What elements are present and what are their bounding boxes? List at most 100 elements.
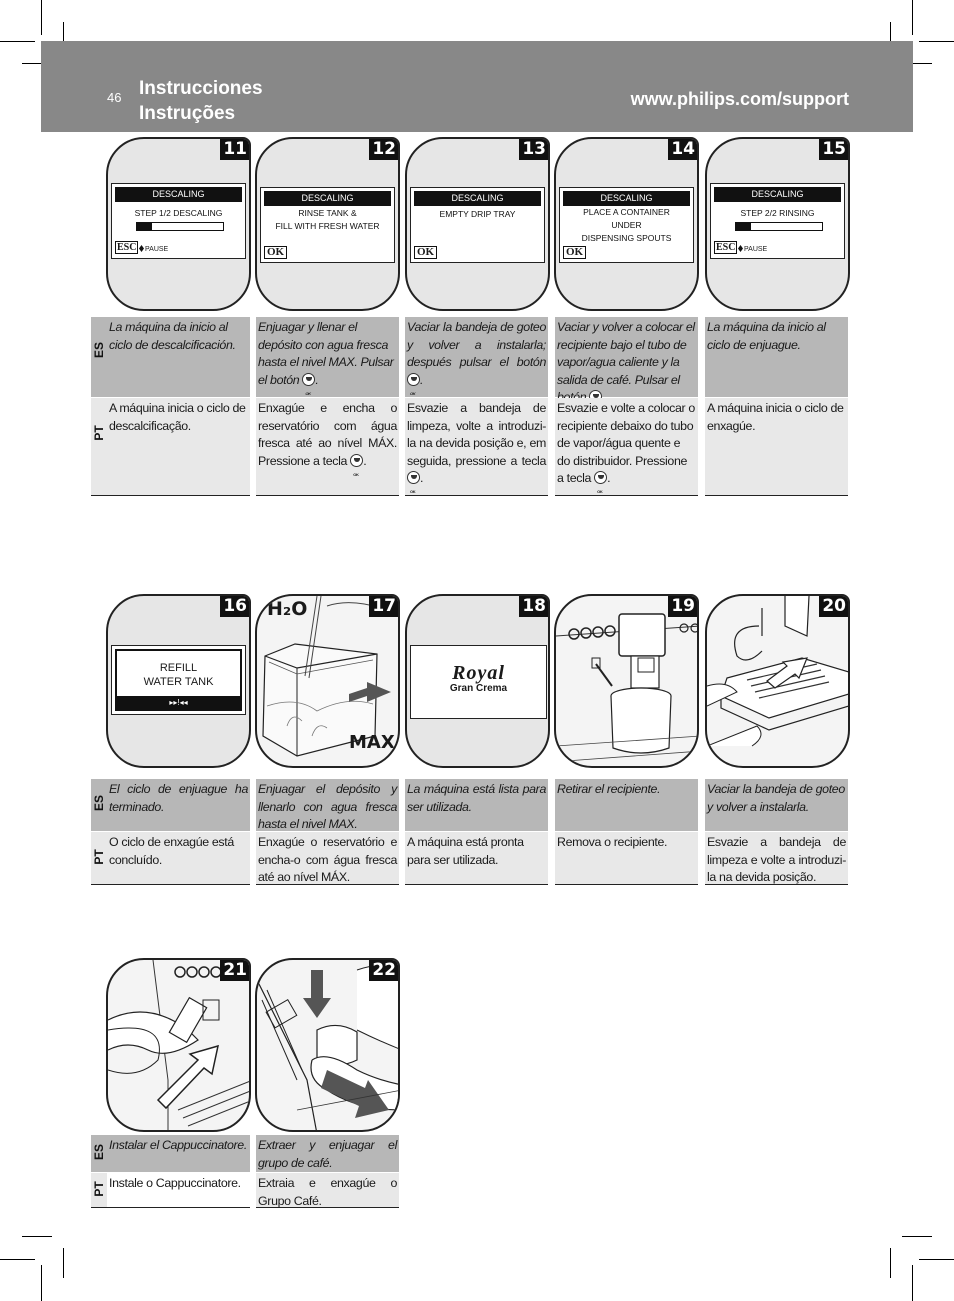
display-line: FILL WITH FRESH WATER (275, 221, 380, 231)
progress-fill (137, 223, 152, 230)
step-number: 17 (369, 596, 398, 617)
remove-container-illustration (556, 613, 697, 762)
step-number: 13 (519, 139, 548, 160)
es-text-content: Enjuagar y llenar el depósito con agua f… (258, 320, 394, 387)
drip-tray-illustration (707, 596, 848, 747)
display-header: DESCALING (115, 187, 242, 202)
es-text-content: La máquina da inicio al ciclo de enjuagu… (707, 320, 826, 352)
es-text: Vaciar la bandeja de goteo y volver a in… (705, 779, 848, 831)
step-number: 12 (369, 139, 398, 160)
pt-text: Instale o Cappuccinatore. (107, 1173, 250, 1208)
es-text-content: Enjuagar el depósito y llenarlo con agua… (258, 782, 397, 831)
pt-text: Esvazie e volte a colocar o recipiente d… (555, 398, 698, 501)
step-number: 21 (220, 960, 249, 981)
esc-key: ESC (714, 241, 738, 254)
progress-fill (736, 223, 751, 230)
es-text: La máquina está lista para ser utilizada… (405, 779, 548, 831)
step-number: 11 (220, 139, 249, 160)
display-line: PLACE A CONTAINER (583, 207, 670, 217)
h2o-label: H₂O (267, 598, 308, 620)
step-number: 19 (668, 596, 697, 617)
ok-key: OK (563, 246, 587, 259)
page-number: 46 (107, 90, 122, 105)
step-panel-15: 15 DESCALING STEP 2/2 RINSING ESC PAUSE (705, 137, 850, 311)
crop-mark (22, 1236, 52, 1237)
step-panel-19: 19 (554, 594, 699, 768)
pt-text-content: Esvazie e volte a colocar o recipiente d… (557, 401, 695, 485)
ok-key: OK (414, 246, 438, 259)
ok-button-icon (302, 372, 316, 402)
es-text: Enjuagar el depósito y llenarlo con agua… (256, 779, 399, 831)
pt-text-content: Esvazie a bandeja de limpeza e volte a i… (707, 835, 846, 884)
pt-text: A máquina inicia o ciclo de descalcifica… (107, 398, 250, 496)
ok-button-icon (594, 471, 608, 501)
crop-mark (63, 1248, 64, 1278)
machine-display: DESCALING STEP 2/2 RINSING ESC PAUSE (710, 183, 845, 259)
pause-icon (738, 245, 743, 252)
page-header: 46 Instrucciones Instruções www.philips.… (41, 41, 913, 132)
step-panel-16: 16 REFILL WATER TANK ▸▸!◂◂ (106, 594, 251, 768)
crop-mark (912, 1265, 913, 1301)
machine-display: DESCALING STEP 1/2 DESCALING ESC PAUSE (111, 183, 246, 259)
pt-text-content: Instale o Cappuccinatore. (109, 1176, 241, 1190)
es-text: Enjuagar y llenar el depósito con agua f… (256, 317, 399, 402)
progress-bar (136, 222, 224, 231)
step-number: 14 (668, 139, 697, 160)
es-text: Extraer y enjuagar el grupo de café. (256, 1135, 399, 1172)
step-number: 16 (220, 596, 249, 617)
support-link[interactable]: www.philips.com/support (631, 89, 849, 110)
machine-display: DESCALING EMPTY DRIP TRAY OK (410, 187, 545, 263)
machine-display: Royal Gran Crema (410, 645, 547, 719)
ok-key: OK (264, 246, 288, 259)
machine-display: DESCALING PLACE A CONTAINER UNDER DISPEN… (559, 187, 694, 263)
lang-label-pt: PT (92, 849, 106, 865)
display-text: STEP 1/2 DESCALING (134, 208, 223, 218)
pt-text: A máquina inicia o ciclo de enxagúe. (705, 398, 848, 496)
step-panel-18: 18 Royal Gran Crema (405, 594, 550, 768)
pt-text: Remova o recipiente. (555, 832, 698, 885)
es-text-content: Instalar el Cappuccinatore. (109, 1138, 247, 1152)
crop-mark (902, 1236, 932, 1237)
display-header: DESCALING (414, 191, 541, 206)
es-text: Instalar el Cappuccinatore. (107, 1135, 250, 1172)
pt-text: Enxagúe e encha o reservatório com água … (256, 398, 399, 496)
step-panel-14: 14 DESCALING PLACE A CONTAINER UNDER DIS… (554, 137, 699, 311)
step-panel-22: 22 (255, 958, 400, 1132)
pt-text-content: Remova o recipiente. (557, 835, 668, 849)
page-title-pt: Instruções (139, 103, 236, 124)
pt-text: Enxagúe o reservatório e encha-o com águ… (256, 832, 399, 885)
display-text: PLACE A CONTAINER UNDER DISPENSING SPOUT… (560, 206, 693, 245)
es-text: La máquina da inicio al ciclo de descalc… (107, 317, 250, 397)
machine-display: REFILL WATER TANK ▸▸!◂◂ (111, 645, 246, 715)
lang-label-pt: PT (92, 1181, 106, 1197)
pause-icon (139, 245, 144, 252)
es-text-content: Vaciar la bandeja de goteo y volver a in… (707, 782, 845, 814)
display-text: STEP 2/2 RINSING (740, 208, 815, 218)
step-number: 20 (819, 596, 848, 617)
brand-logo: Royal (452, 662, 505, 684)
page-title-es: Instrucciones (139, 78, 263, 99)
es-text: Vaciar la bandeja de goteo y volver a in… (405, 317, 548, 402)
es-text: Vaciar y volver a colocar el recipiente … (555, 317, 698, 420)
lang-label-es: ES (92, 342, 106, 359)
display-line: DISPENSING SPOUTS (581, 233, 672, 243)
brew-group-illustration (257, 964, 398, 1130)
display-line: RINSE TANK & (298, 208, 357, 218)
pause-label: PAUSE (145, 246, 169, 253)
display-header: DESCALING (264, 191, 391, 206)
ok-button-icon (407, 471, 420, 501)
display-footer: ▸▸!◂◂ (117, 696, 240, 709)
ok-button-icon (350, 453, 364, 483)
pt-text: O ciclo de enxagúe está concluído. (107, 832, 250, 885)
display-header: DESCALING (563, 191, 690, 206)
crop-mark (0, 1259, 35, 1260)
es-text-content: La máquina da inicio al ciclo de descalc… (109, 320, 236, 352)
pt-text-content: Esvazie a bandeja de limpeza, volte a in… (407, 401, 546, 468)
pt-text: Extraia e enxagúe o Grupo Café. (256, 1173, 399, 1208)
es-text: La máquina da inicio al ciclo de enjuagu… (705, 317, 848, 397)
max-label: MAX (349, 732, 395, 753)
pause-label: PAUSE (744, 246, 768, 253)
lang-label-es: ES (92, 1144, 106, 1161)
step-panel-20: 20 (705, 594, 850, 768)
display-text: REFILL WATER TANK (117, 661, 240, 689)
